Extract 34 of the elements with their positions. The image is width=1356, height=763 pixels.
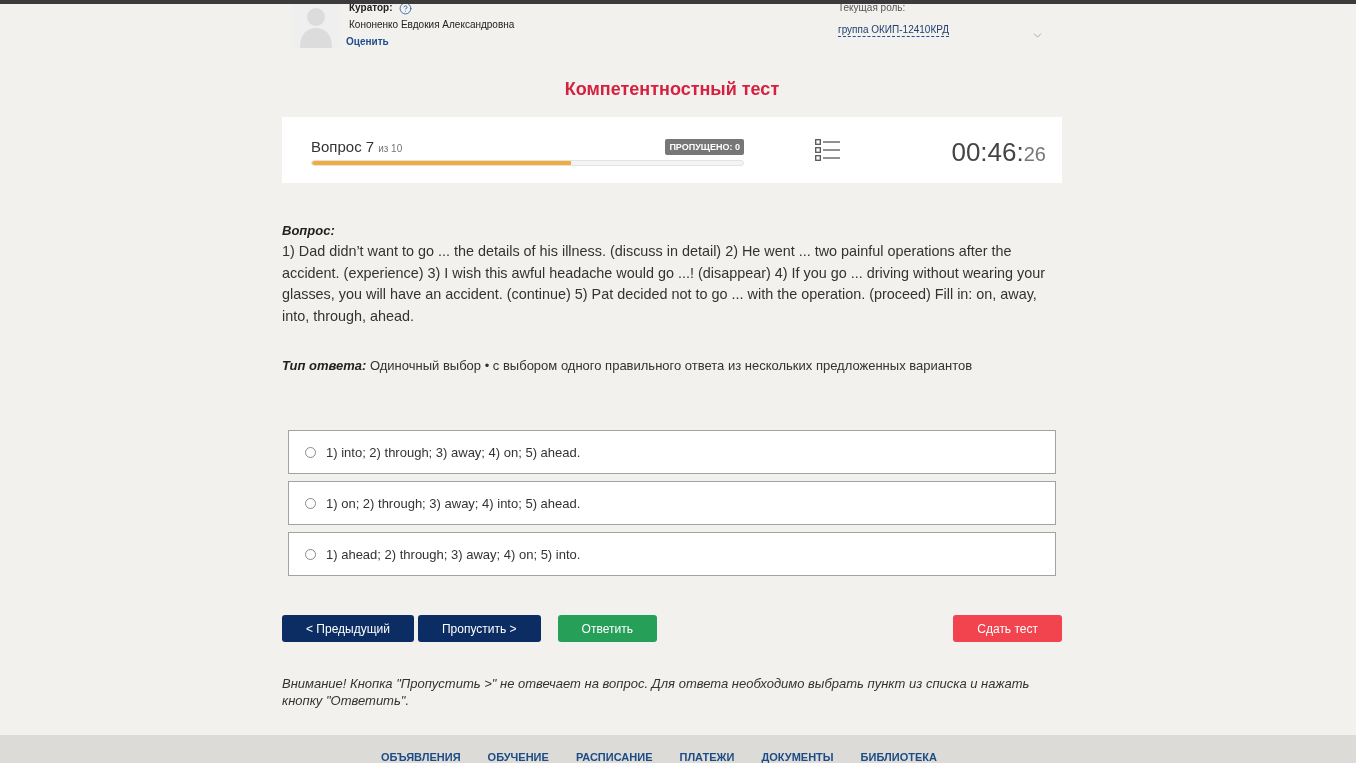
nav-link[interactable]: БИБЛИОТЕКА — [860, 751, 937, 763]
role-selector[interactable]: группа ОКИП-12410КРД — [838, 23, 949, 37]
timer: 00:46:26 — [951, 137, 1046, 169]
nav-link[interactable]: ОБУЧЕНИЕ — [487, 751, 549, 763]
radio-button[interactable] — [305, 446, 316, 458]
answer-button[interactable]: Ответить — [557, 615, 657, 642]
radio-button[interactable] — [305, 548, 316, 560]
list-icon[interactable] — [815, 139, 840, 161]
curator-label: Куратор: — [349, 1, 393, 15]
nav-link[interactable]: ОБЪЯВЛЕНИЯ — [381, 751, 461, 763]
answer-option[interactable]: 1) into; 2) through; 3) away; 4) on; 5) ahead. — [288, 430, 1056, 474]
answer-option[interactable]: 1) ahead; 2) through; 3) away; 4) on; 5) into. — [288, 532, 1056, 576]
rate-link[interactable]: Оценить — [346, 35, 389, 49]
radio-button[interactable] — [305, 497, 316, 509]
finish-test-button[interactable]: Сдать тест — [953, 615, 1062, 642]
nav-link[interactable]: ДОКУМЕНТЫ — [761, 751, 834, 763]
question-number: Вопрос 7 — [311, 138, 375, 155]
curator-name: Кононенко Евдокия Александровна — [349, 18, 515, 32]
notice-text: Внимание! Кнопка "Пропустить >" не отвечает на вопрос. Для ответа необходимо выбрать пункт из списка и нажать кнопку "Ответить". — [282, 675, 1031, 709]
question-total: из 10 — [378, 143, 403, 154]
option-text: 1) into; 2) through; 3) away; 4) on; 5) ahead. — [326, 444, 581, 460]
help-icon[interactable] — [398, 1, 412, 15]
nav-link[interactable]: РАСПИСАНИЕ — [575, 751, 653, 763]
question-text: 1) Dad didn’t want to go ... the details of his illness. (discuss in detail) 2) He went ... two painful operations after the accident. (experience) 3) I wish this awful headache would go ...! (disappear) 4) If you go ... driving without wearing your glasses, you will have an accident. (continue) 5) Pat decided not to go ... with the operation. (proceed) Fill in: on, away, into, through, ahead. — [282, 242, 1047, 326]
question-label: Вопрос: — [282, 222, 335, 240]
page-title: Компетентностный тест — [564, 78, 780, 101]
option-text: 1) ahead; 2) through; 3) away; 4) on; 5) into. — [326, 546, 581, 562]
answer-type-text: Тип ответа: Одиночный выбор • с выбором одного правильного ответа из нескольких предложенных вариантов — [282, 357, 974, 375]
skipped-badge: ПРОПУЩЕНО: 0 — [665, 138, 744, 155]
nav-button[interactable]: Пропустить > — [417, 615, 541, 642]
option-text: 1) on; 2) through; 3) away; 4) into; 5) ahead. — [326, 495, 581, 511]
nav-link[interactable]: ПЛАТЕЖИ — [679, 751, 735, 763]
answer-option[interactable]: 1) on; 2) through; 3) away; 4) into; 5) ahead. — [288, 481, 1056, 525]
nav-button[interactable]: < Предыдущий — [282, 615, 414, 642]
